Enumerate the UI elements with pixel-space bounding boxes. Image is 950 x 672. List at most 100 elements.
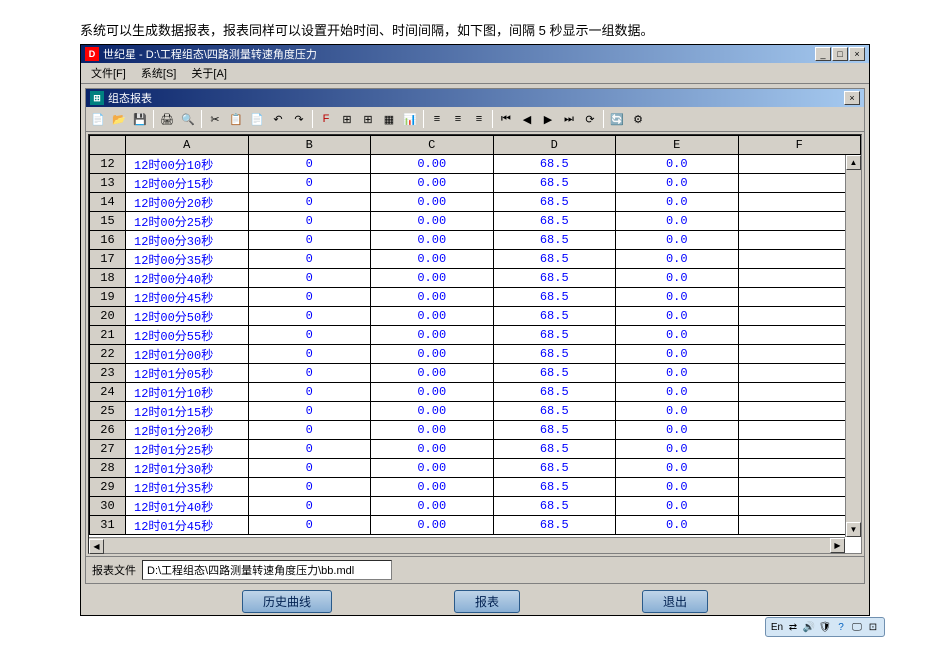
row-number[interactable]: 16	[90, 231, 126, 250]
cell-time[interactable]: 12时01分15秒	[126, 402, 249, 421]
cell-time[interactable]: 12时01分40秒	[126, 497, 249, 516]
table-row[interactable]: 2112时00分55秒00.0068.50.0	[90, 326, 861, 345]
close-button[interactable]: ×	[849, 47, 865, 61]
scroll-left-icon[interactable]: ◀	[89, 539, 104, 554]
cell-time[interactable]: 12时00分15秒	[126, 174, 249, 193]
row-number[interactable]: 23	[90, 364, 126, 383]
row-number[interactable]: 29	[90, 478, 126, 497]
cell-b[interactable]: 0	[248, 478, 371, 497]
cell-f[interactable]	[738, 288, 861, 307]
cell-d[interactable]: 68.5	[493, 212, 616, 231]
cell-c[interactable]: 0.00	[371, 383, 494, 402]
cell-e[interactable]: 0.0	[616, 440, 739, 459]
cell-d[interactable]: 68.5	[493, 497, 616, 516]
col-header-f[interactable]: F	[738, 136, 861, 155]
row-number[interactable]: 22	[90, 345, 126, 364]
align-center-icon[interactable]: ≡	[448, 109, 468, 129]
table-row[interactable]: 2312时01分05秒00.0068.50.0	[90, 364, 861, 383]
cell-b[interactable]: 0	[248, 155, 371, 174]
data-table[interactable]: A B C D E F 1212时00分10秒00.0068.50.01312时…	[89, 135, 861, 535]
cell-e[interactable]: 0.0	[616, 326, 739, 345]
cell-time[interactable]: 12时00分10秒	[126, 155, 249, 174]
cell-e[interactable]: 0.0	[616, 155, 739, 174]
menu-about[interactable]: 关于[A]	[185, 64, 232, 82]
cell-f[interactable]	[738, 250, 861, 269]
cell-f[interactable]	[738, 155, 861, 174]
row-number[interactable]: 24	[90, 383, 126, 402]
cell-f[interactable]	[738, 364, 861, 383]
scroll-up-icon[interactable]: ▲	[846, 155, 861, 170]
cell-c[interactable]: 0.00	[371, 212, 494, 231]
cell-time[interactable]: 12时01分05秒	[126, 364, 249, 383]
cell-b[interactable]: 0	[248, 326, 371, 345]
scroll-right-icon[interactable]: ▶	[830, 538, 845, 553]
cell-e[interactable]: 0.0	[616, 478, 739, 497]
cell-e[interactable]: 0.0	[616, 383, 739, 402]
history-button[interactable]: 历史曲线	[242, 590, 332, 613]
cell-e[interactable]: 0.0	[616, 402, 739, 421]
row-number[interactable]: 17	[90, 250, 126, 269]
cell-b[interactable]: 0	[248, 421, 371, 440]
cell-b[interactable]: 0	[248, 307, 371, 326]
cell-d[interactable]: 68.5	[493, 440, 616, 459]
minimize-button[interactable]: _	[815, 47, 831, 61]
cell-b[interactable]: 0	[248, 459, 371, 478]
cell-d[interactable]: 68.5	[493, 288, 616, 307]
cell-e[interactable]: 0.0	[616, 269, 739, 288]
cell-b[interactable]: 0	[248, 174, 371, 193]
cell-d[interactable]: 68.5	[493, 326, 616, 345]
cell-c[interactable]: 0.00	[371, 269, 494, 288]
cell-e[interactable]: 0.0	[616, 193, 739, 212]
cell-c[interactable]: 0.00	[371, 174, 494, 193]
cell-c[interactable]: 0.00	[371, 478, 494, 497]
cell-e[interactable]: 0.0	[616, 364, 739, 383]
cell-time[interactable]: 12时01分30秒	[126, 459, 249, 478]
copy-icon[interactable]: 📋	[226, 109, 246, 129]
open-icon[interactable]: 📂	[109, 109, 129, 129]
tray-display-icon[interactable]: 🖵	[850, 620, 864, 634]
cell-f[interactable]	[738, 459, 861, 478]
cell-d[interactable]: 68.5	[493, 193, 616, 212]
cell-f[interactable]	[738, 497, 861, 516]
cell-f[interactable]	[738, 478, 861, 497]
table-row[interactable]: 2712时01分25秒00.0068.50.0	[90, 440, 861, 459]
cell-time[interactable]: 12时01分20秒	[126, 421, 249, 440]
table-row[interactable]: 2512时01分15秒00.0068.50.0	[90, 402, 861, 421]
cut-icon[interactable]: ✂	[205, 109, 225, 129]
row-number[interactable]: 18	[90, 269, 126, 288]
cell-b[interactable]: 0	[248, 383, 371, 402]
tray-network-icon[interactable]: ⇄	[786, 620, 800, 634]
cell-f[interactable]	[738, 212, 861, 231]
cell-e[interactable]: 0.0	[616, 516, 739, 535]
cell-f[interactable]	[738, 231, 861, 250]
cell-time[interactable]: 12时01分45秒	[126, 516, 249, 535]
row-number[interactable]: 20	[90, 307, 126, 326]
cell-f[interactable]	[738, 326, 861, 345]
cell-e[interactable]: 0.0	[616, 459, 739, 478]
inner-close-button[interactable]: ×	[844, 91, 860, 105]
cell-time[interactable]: 12时00分30秒	[126, 231, 249, 250]
align-right-icon[interactable]: ≡	[469, 109, 489, 129]
cell-c[interactable]: 0.00	[371, 516, 494, 535]
cell-e[interactable]: 0.0	[616, 212, 739, 231]
report-button[interactable]: 报表	[454, 590, 520, 613]
table-row[interactable]: 3012时01分40秒00.0068.50.0	[90, 497, 861, 516]
menu-system[interactable]: 系统[S]	[135, 64, 182, 82]
new-icon[interactable]: 📄	[88, 109, 108, 129]
cell-time[interactable]: 12时00分45秒	[126, 288, 249, 307]
row-number[interactable]: 28	[90, 459, 126, 478]
cell-f[interactable]	[738, 421, 861, 440]
col-header-e[interactable]: E	[616, 136, 739, 155]
cell-f[interactable]	[738, 440, 861, 459]
col-header-a[interactable]: A	[126, 136, 249, 155]
row-number[interactable]: 26	[90, 421, 126, 440]
cell-time[interactable]: 12时01分00秒	[126, 345, 249, 364]
scroll-down-icon[interactable]: ▼	[846, 522, 861, 537]
border-icon[interactable]: ⊞	[358, 109, 378, 129]
table-row[interactable]: 1912时00分45秒00.0068.50.0	[90, 288, 861, 307]
cell-d[interactable]: 68.5	[493, 307, 616, 326]
undo-icon[interactable]: ↶	[268, 109, 288, 129]
exit-button[interactable]: 退出	[642, 590, 708, 613]
print-icon[interactable]: 🖨	[157, 109, 177, 129]
tray-help-icon[interactable]: ?	[834, 620, 848, 634]
